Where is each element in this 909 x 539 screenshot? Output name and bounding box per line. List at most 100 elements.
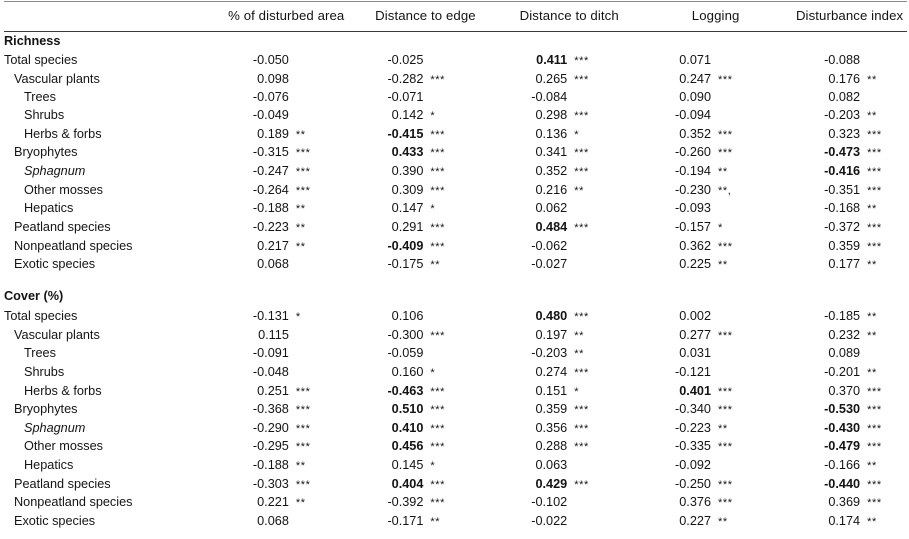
significance-marker-distance_ditch: *: [574, 128, 580, 141]
column-gap: [472, 107, 497, 126]
column-gap: [760, 182, 790, 201]
column-gap: [760, 364, 790, 383]
cell-value-logging: 0.031: [679, 346, 711, 361]
row-label: Shrubs: [24, 107, 65, 122]
column-gap: [472, 163, 497, 182]
column-gap: [472, 308, 497, 327]
column-gap: [338, 256, 354, 275]
row-label: Exotic species: [14, 257, 96, 272]
column-gap: [616, 327, 641, 346]
cell-value-distance_ditch: 0.288: [535, 439, 568, 454]
significance-marker-disturbed_area: [289, 71, 338, 90]
column-header-disturbance-index: Disturbance index: [795, 8, 904, 23]
significance-marker-logging: [711, 52, 760, 71]
cell-value-distance_edge: 0.160: [391, 364, 424, 379]
table-row: Exotic species 0.068 -0.171 ** -0.022 0.227 **…: [0, 513, 909, 532]
table-row: Nonpeatland species 0.217 ** -0.409 *** -0.06…: [0, 238, 909, 257]
cell-value-distance_ditch: -0.203: [531, 346, 568, 361]
significance-marker-distance_edge: ***: [430, 441, 446, 454]
significance-marker-distance_edge: [423, 52, 472, 71]
significance-marker-disturbed_area: ***: [295, 165, 311, 178]
significance-marker-distance_ditch: **: [574, 348, 584, 361]
significance-marker-disturbance_index: [860, 52, 909, 71]
column-gap: [338, 144, 354, 163]
cell-value-disturbance_index: -0.530: [824, 402, 861, 417]
column-gap: [616, 238, 641, 257]
column-gap: [760, 476, 790, 495]
cell-value-distance_edge: 0.291: [391, 219, 424, 234]
column-gap: [760, 52, 790, 71]
cell-value-disturbed_area: 0.251: [257, 383, 289, 398]
cell-value-disturbance_index: -0.440: [824, 476, 861, 491]
column-gap: [472, 476, 497, 495]
table-row: Herbs & forbs 0.189 ** -0.415 *** 0.136 * 0.352…: [0, 126, 909, 145]
spacer-cell: [0, 275, 909, 286]
cell-value-distance_ditch: 0.151: [535, 383, 568, 398]
significance-marker-disturbed_area: **: [295, 221, 306, 234]
column-gap: [760, 89, 790, 107]
significance-marker-distance_edge: *: [430, 460, 436, 473]
section-spacer: [0, 275, 909, 286]
significance-marker-disturbance_index: ***: [867, 441, 882, 454]
cell-value-distance_ditch: 0.484: [535, 219, 568, 234]
column-gap: [338, 71, 354, 90]
cell-value-distance_ditch: 0.265: [535, 71, 568, 86]
table-row: Hepatics -0.188 ** 0.147 * 0.062 -0.093 -0.168 *…: [0, 200, 909, 219]
significance-marker-distance_edge: ***: [430, 165, 446, 178]
table-row: Trees -0.091 -0.059 -0.203 ** 0.031 0.089: [0, 345, 909, 364]
cell-value-logging: 0.376: [679, 495, 711, 510]
significance-marker-disturbance_index: ***: [867, 240, 882, 253]
column-gap: [616, 200, 641, 219]
cell-value-distance_ditch: 0.341: [535, 145, 568, 160]
cell-value-distance_edge: 0.142: [391, 107, 424, 122]
significance-marker-distance_ditch: ***: [574, 73, 589, 86]
significance-marker-disturbed_area: **: [295, 460, 306, 473]
column-gap: [338, 364, 354, 383]
cell-value-disturbance_index: 0.232: [828, 327, 861, 342]
significance-marker-logging: ***: [718, 240, 733, 253]
cell-value-distance_edge: -0.025: [387, 53, 424, 67]
significance-marker-logging: **: [718, 259, 728, 272]
column-header-distance-edge: Distance to edge: [375, 8, 476, 23]
row-label: Trees: [24, 90, 56, 105]
cell-value-disturbance_index: 0.082: [828, 90, 861, 105]
column-gap: [472, 200, 497, 219]
cell-value-logging: 0.401: [679, 383, 711, 398]
column-gap: [472, 219, 497, 238]
cell-value-disturbed_area: -0.188: [252, 458, 289, 473]
cell-value-distance_ditch: 0.411: [536, 53, 568, 67]
significance-marker-distance_edge: ***: [430, 73, 446, 86]
row-label: Total species: [4, 308, 78, 323]
cell-value-distance_edge: 0.510: [391, 402, 424, 417]
column-gap: [616, 219, 641, 238]
significance-marker-disturbance_index: ***: [867, 128, 882, 141]
cell-value-distance_edge: 0.106: [391, 308, 424, 323]
significance-marker-distance_ditch: [567, 89, 616, 107]
row-label: Other mosses: [24, 439, 103, 454]
significance-marker-logging: ***: [718, 329, 733, 342]
cell-value-disturbance_index: -0.416: [824, 163, 861, 178]
cell-value-logging: -0.092: [675, 458, 711, 473]
cell-value-disturbed_area: -0.049: [252, 107, 289, 122]
cell-value-distance_ditch: 0.063: [535, 458, 568, 473]
column-gap: [472, 238, 497, 257]
cell-value-logging: 0.352: [679, 126, 711, 141]
section-header-row: Cover (%): [0, 286, 909, 308]
cell-value-logging: -0.260: [675, 145, 711, 160]
significance-marker-disturbed_area: **: [295, 240, 306, 253]
column-gap: [616, 494, 641, 513]
significance-marker-distance_ditch: ***: [574, 221, 589, 234]
cell-value-logging: -0.194: [675, 163, 711, 178]
row-label: Nonpeatland species: [14, 238, 133, 253]
cell-value-distance_ditch: 0.136: [535, 126, 568, 141]
cell-value-distance_edge: -0.415: [387, 126, 424, 141]
row-label: Total species: [4, 53, 78, 67]
row-label: Herbs & forbs: [24, 383, 102, 398]
row-label: Peatland species: [14, 476, 111, 491]
cell-value-distance_ditch: 0.356: [535, 420, 568, 435]
column-gap: [472, 182, 497, 201]
cell-value-distance_edge: -0.282: [387, 71, 424, 86]
significance-marker-disturbance_index: ***: [867, 497, 882, 510]
table-row: Total species -0.131 * 0.106 0.480 *** 0.002 -0…: [0, 308, 909, 327]
column-gap: [338, 89, 354, 107]
